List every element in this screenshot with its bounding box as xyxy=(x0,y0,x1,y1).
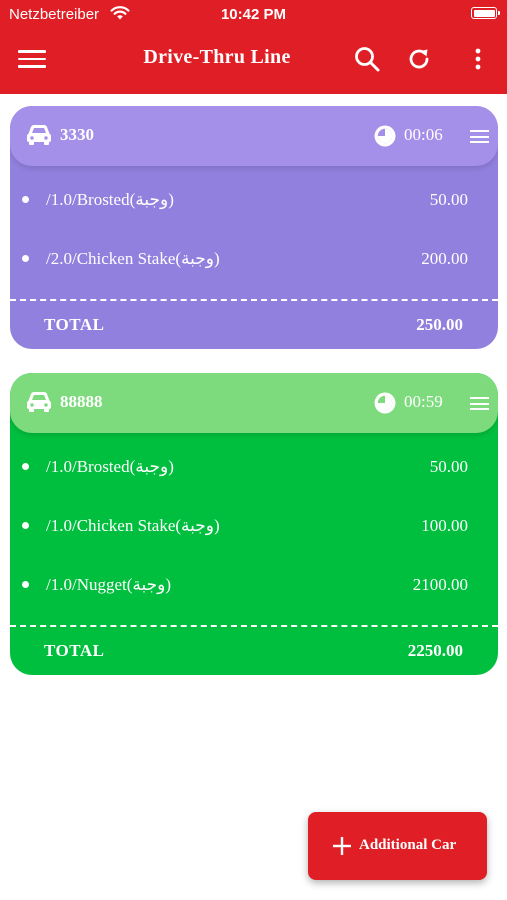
car-number: 3330 xyxy=(60,125,94,144)
list-item: /1.0/Nugget(وجبة) 2100.00 xyxy=(10,551,498,610)
more-options-icon[interactable] xyxy=(464,45,492,73)
item-price: 50.00 xyxy=(429,190,468,209)
elapsed-time: 00:59 xyxy=(404,392,443,411)
additional-car-button[interactable]: Additional Car xyxy=(308,812,487,880)
list-item: /2.0/Chicken Stake(وجبة) 200.00 xyxy=(10,225,498,284)
car-icon xyxy=(27,125,51,145)
list-item: /1.0/Brosted(وجبة) 50.00 xyxy=(10,433,498,492)
total-row: TOTAL 2250.00 xyxy=(10,627,498,675)
order-card[interactable]: 88888 00:59 /1.0/Brosted(وجبة) 50.00 /1.… xyxy=(10,373,498,675)
bullet xyxy=(22,581,29,588)
total-label: TOTAL xyxy=(44,641,105,660)
total-row: TOTAL 250.00 xyxy=(10,301,498,349)
item-price: 200.00 xyxy=(421,249,468,268)
item-price: 100.00 xyxy=(421,516,468,535)
order-card[interactable]: 3330 00:06 /1.0/Brosted(وجبة) 50.00 /2.0… xyxy=(10,106,498,349)
status-bar: Netzbetreiber 10:42 PM xyxy=(0,0,507,28)
total-label: TOTAL xyxy=(44,315,105,334)
top-bar: Netzbetreiber 10:42 PM Drive-Thru Line xyxy=(0,0,507,94)
list-item: /1.0/Chicken Stake(وجبة) 100.00 xyxy=(10,492,498,551)
order-card-header: 3330 00:06 xyxy=(10,106,498,166)
total-amount: 250.00 xyxy=(416,315,463,334)
refresh-icon[interactable] xyxy=(405,45,433,73)
battery-icon xyxy=(471,7,500,19)
plus-icon xyxy=(333,837,351,855)
item-name: /2.0/Chicken Stake(وجبة) xyxy=(46,249,220,268)
item-name: /1.0/Chicken Stake(وجبة) xyxy=(46,516,220,535)
item-name: /1.0/Brosted(وجبة) xyxy=(46,457,174,476)
timer-icon xyxy=(374,125,396,147)
card-menu-button[interactable] xyxy=(470,130,489,144)
item-name: /1.0/Nugget(وجبة) xyxy=(46,575,172,594)
timer-icon xyxy=(374,392,396,414)
bullet xyxy=(22,522,29,529)
app-bar: Drive-Thru Line xyxy=(0,32,507,88)
additional-car-label: Additional Car xyxy=(359,837,457,853)
item-price: 2100.00 xyxy=(412,575,468,594)
elapsed-time: 00:06 xyxy=(404,125,443,144)
car-number: 88888 xyxy=(60,392,103,411)
status-time: 10:42 PM xyxy=(220,6,287,23)
bullet xyxy=(22,255,29,262)
total-amount: 2250.00 xyxy=(407,641,463,660)
card-menu-button[interactable] xyxy=(470,397,489,411)
bullet xyxy=(22,196,29,203)
car-icon xyxy=(27,392,51,412)
list-item: /1.0/Brosted(وجبة) 50.00 xyxy=(10,166,498,225)
item-price: 50.00 xyxy=(429,457,468,476)
item-name: /1.0/Brosted(وجبة) xyxy=(46,190,174,209)
bullet xyxy=(22,463,29,470)
search-icon[interactable] xyxy=(353,45,381,73)
order-card-header: 88888 00:59 xyxy=(10,373,498,433)
